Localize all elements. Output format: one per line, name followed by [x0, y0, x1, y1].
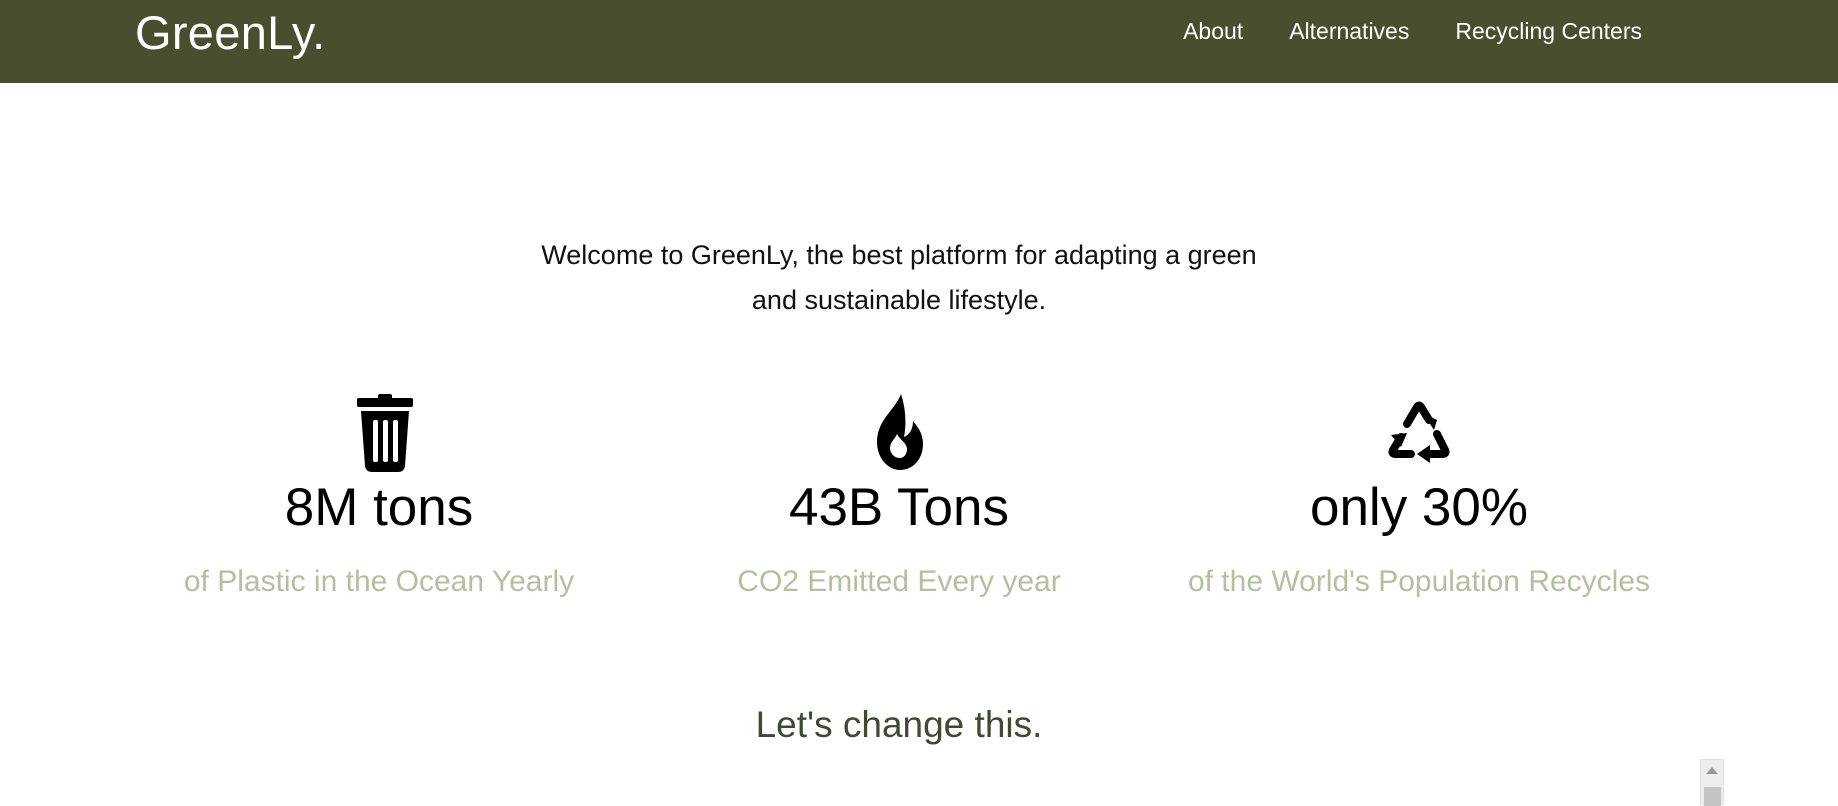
stat-recycling: only 30% of the World's Population Recyc… — [1159, 392, 1679, 602]
intro-line-1: Welcome to GreenLy, the best platform fo… — [541, 240, 1257, 270]
brand-logo[interactable]: GreenLy. — [135, 4, 326, 62]
scrollbar-thumb[interactable] — [1704, 787, 1721, 806]
cta-heading: Let's change this. — [755, 704, 1043, 745]
nav-links: About Alternatives Recycling Centers — [1183, 12, 1642, 50]
nav-link-recycling-centers[interactable]: Recycling Centers — [1455, 12, 1642, 50]
scrollbar[interactable] — [1700, 759, 1724, 806]
intro-line-2: and sustainable lifestyle. — [751, 285, 1047, 315]
trash-icon — [357, 394, 413, 472]
nav-link-about[interactable]: About — [1183, 12, 1243, 50]
fire-icon — [877, 394, 923, 470]
stat-caption: CO2 Emitted Every year — [737, 565, 1061, 598]
stat-co2: 43B Tons CO2 Emitted Every year — [639, 392, 1159, 602]
stat-value: 8M tons — [284, 478, 474, 537]
stat-value: 43B Tons — [788, 478, 1010, 537]
navbar: GreenLy. About Alternatives Recycling Ce… — [0, 0, 1838, 83]
scroll-up-arrow-icon[interactable] — [1706, 767, 1718, 774]
stat-caption: of the World's Population Recycles — [1187, 565, 1651, 598]
nav-link-alternatives[interactable]: Alternatives — [1289, 12, 1409, 50]
stat-value: only 30% — [1309, 478, 1529, 537]
intro-text: Welcome to GreenLy, the best platform fo… — [519, 233, 1279, 323]
stat-plastic: 8M tons of Plastic in the Ocean Yearly — [119, 392, 639, 602]
stat-caption: of Plastic in the Ocean Yearly — [183, 565, 575, 598]
recycle-icon — [1388, 401, 1450, 463]
